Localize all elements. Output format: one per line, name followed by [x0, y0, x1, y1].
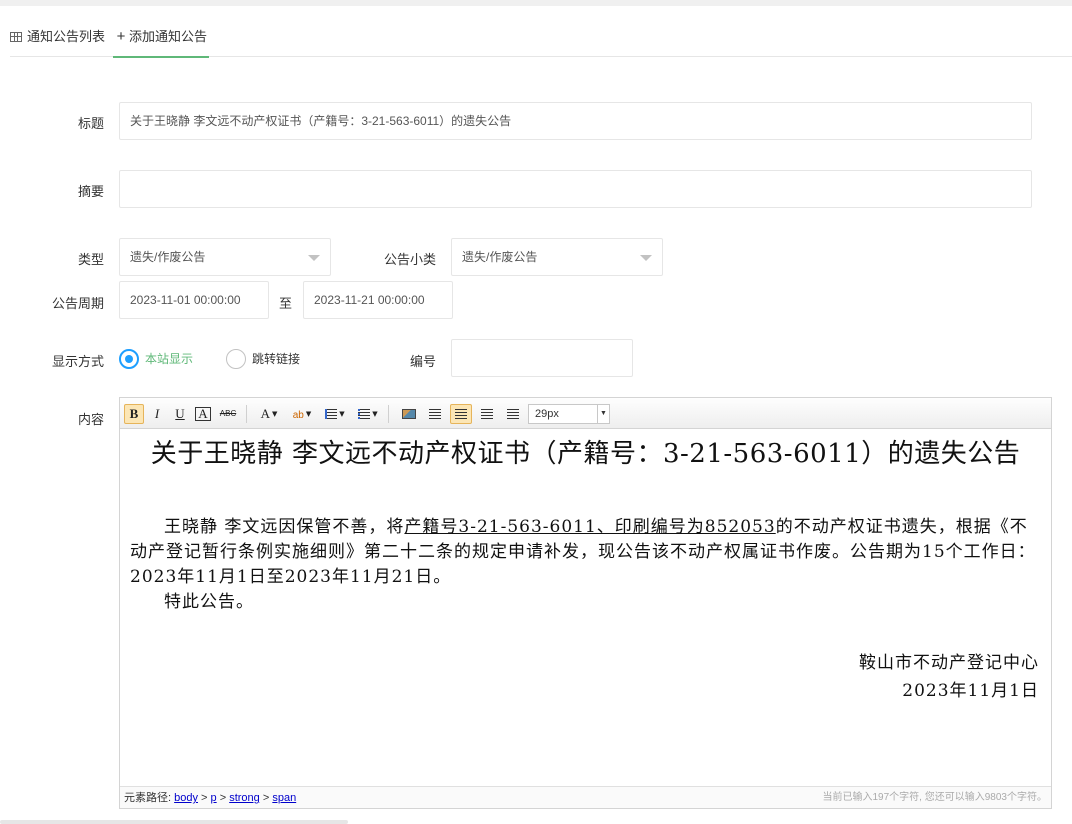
underline-button[interactable]: U [170, 404, 190, 424]
signature-date: 2023年11月1日 [902, 681, 1039, 701]
chevron-down-icon [640, 255, 652, 261]
radio-jump-link-label: 跳转链接 [252, 351, 301, 366]
radio-unchecked-icon [226, 348, 246, 369]
radio-jump-link[interactable]: 跳转链接 [226, 347, 300, 369]
unordered-list-button[interactable]: ▼ [353, 404, 383, 424]
ordered-list-icon [325, 409, 338, 419]
summary-input[interactable] [119, 170, 1032, 208]
path-link-body[interactable]: body [174, 792, 198, 804]
tab-add-notice[interactable]: + 添加通知公告 [113, 18, 210, 58]
signature-organization: 鞍山市不动产登记中心 [859, 653, 1039, 673]
table-icon [10, 32, 22, 42]
font-color-icon: A [260, 406, 270, 421]
chevron-down-icon: ▼ [272, 410, 278, 418]
strikethrough-button[interactable]: ABC [216, 404, 240, 424]
align-right-icon [481, 409, 493, 419]
editor-toolbar: B I U A ABC A ▼ ab ▼ ▼ ▼ 29px ▼ [120, 398, 1051, 429]
align-center-button[interactable] [450, 404, 472, 424]
type-select-value: 遗失/作废公告 [130, 250, 206, 264]
align-justify-icon [507, 409, 519, 419]
italic-button[interactable]: I [147, 404, 167, 424]
boxed-a-icon: A [195, 407, 211, 421]
subtype-label: 公告小类 [383, 252, 436, 267]
font-size-select[interactable]: 29px ▼ [528, 404, 610, 424]
unordered-list-icon [358, 409, 371, 419]
editor-content-area[interactable]: 关于王晓静 李文远不动产权证书（产籍号：3-21-563-6011）的遗失公告 … [120, 430, 1051, 786]
number-label: 编号 [409, 354, 436, 369]
horizontal-scrollbar[interactable] [0, 820, 348, 824]
type-select[interactable]: 遗失/作废公告 [119, 238, 331, 276]
align-right-button[interactable] [477, 404, 497, 424]
highlight-icon: ab [292, 410, 304, 421]
radio-site-display-label: 本站显示 [145, 351, 194, 366]
path-link-strong[interactable]: strong [229, 792, 260, 804]
subtype-select-value: 遗失/作废公告 [462, 250, 538, 264]
chevron-down-icon: ▼ [372, 410, 378, 418]
element-path-label: 元素路径: [124, 792, 172, 804]
tab-notice-list-label: 通知公告列表 [27, 29, 106, 44]
character-count: 当前已输入197个字符, 您还可以输入9803个字符。 [822, 792, 1048, 803]
radio-site-display[interactable]: 本站显示 [119, 347, 193, 369]
number-input[interactable] [451, 339, 633, 377]
image-icon [402, 409, 416, 419]
tab-add-notice-label: 添加通知公告 [129, 29, 208, 44]
plus-icon: + [116, 28, 126, 45]
tab-bar: 通知公告列表 + 添加通知公告 [10, 18, 1072, 58]
path-link-p[interactable]: p [211, 792, 217, 804]
toolbar-divider [246, 405, 247, 423]
chevron-down-icon: ▼ [597, 405, 609, 423]
document-title: 关于王晓静 李文远不动产权证书（产籍号：3-21-563-6011）的遗失公告 [150, 439, 1021, 469]
period-to-text: 至 [279, 296, 293, 311]
chevron-down-icon [308, 255, 320, 261]
toolbar-divider [388, 405, 389, 423]
radio-checked-icon [119, 348, 139, 369]
document-closing: 特此公告。 [164, 592, 254, 612]
chevron-down-icon: ▼ [305, 410, 312, 418]
summary-label: 摘要 [77, 184, 104, 199]
align-left-button[interactable] [425, 404, 445, 424]
document-paragraph: 王晓静 李文远因保管不善，将产籍号3-21-563-6011、印刷编号为8520… [130, 515, 1041, 590]
border-text-button[interactable]: A [193, 404, 213, 424]
bold-button[interactable]: B [124, 404, 144, 424]
align-left-icon [429, 409, 441, 419]
period-end-input[interactable]: 2023-11-21 00:00:00 [303, 281, 453, 319]
font-color-button[interactable]: A ▼ [254, 404, 284, 424]
period-label: 公告周期 [51, 296, 104, 311]
paragraph-underlined-text: 产籍号3-21-563-6011、印刷编号为852053 [404, 517, 776, 537]
element-path: 元素路径: body > p > strong > span [124, 792, 297, 804]
period-start-input[interactable]: 2023-11-01 00:00:00 [119, 281, 269, 319]
paragraph-text: 王晓静 李文远因保管不善，将 [164, 517, 405, 537]
display-label: 显示方式 [51, 354, 104, 369]
title-label: 标题 [77, 116, 104, 131]
rich-text-editor: B I U A ABC A ▼ ab ▼ ▼ ▼ 29px ▼ 关于王晓静 李文远不… [119, 397, 1052, 809]
align-center-icon [455, 409, 467, 419]
type-label: 类型 [77, 252, 104, 267]
insert-image-button[interactable] [399, 404, 419, 424]
top-scroll-strip [0, 0, 1072, 6]
title-input[interactable]: 关于王晓静 李文远不动产权证书（产籍号：3-21-563-6011）的遗失公告 [119, 102, 1032, 140]
path-link-span[interactable]: span [272, 792, 296, 804]
align-justify-button[interactable] [503, 404, 523, 424]
font-size-value: 29px [535, 408, 559, 420]
subtype-select[interactable]: 遗失/作废公告 [451, 238, 663, 276]
content-label: 内容 [77, 412, 104, 427]
highlight-button[interactable]: ab ▼ [286, 404, 318, 424]
chevron-down-icon: ▼ [339, 410, 345, 418]
editor-statusbar: 元素路径: body > p > strong > span 当前已输入197个… [120, 786, 1051, 808]
ordered-list-button[interactable]: ▼ [320, 404, 350, 424]
tab-notice-list[interactable]: 通知公告列表 [10, 18, 105, 57]
